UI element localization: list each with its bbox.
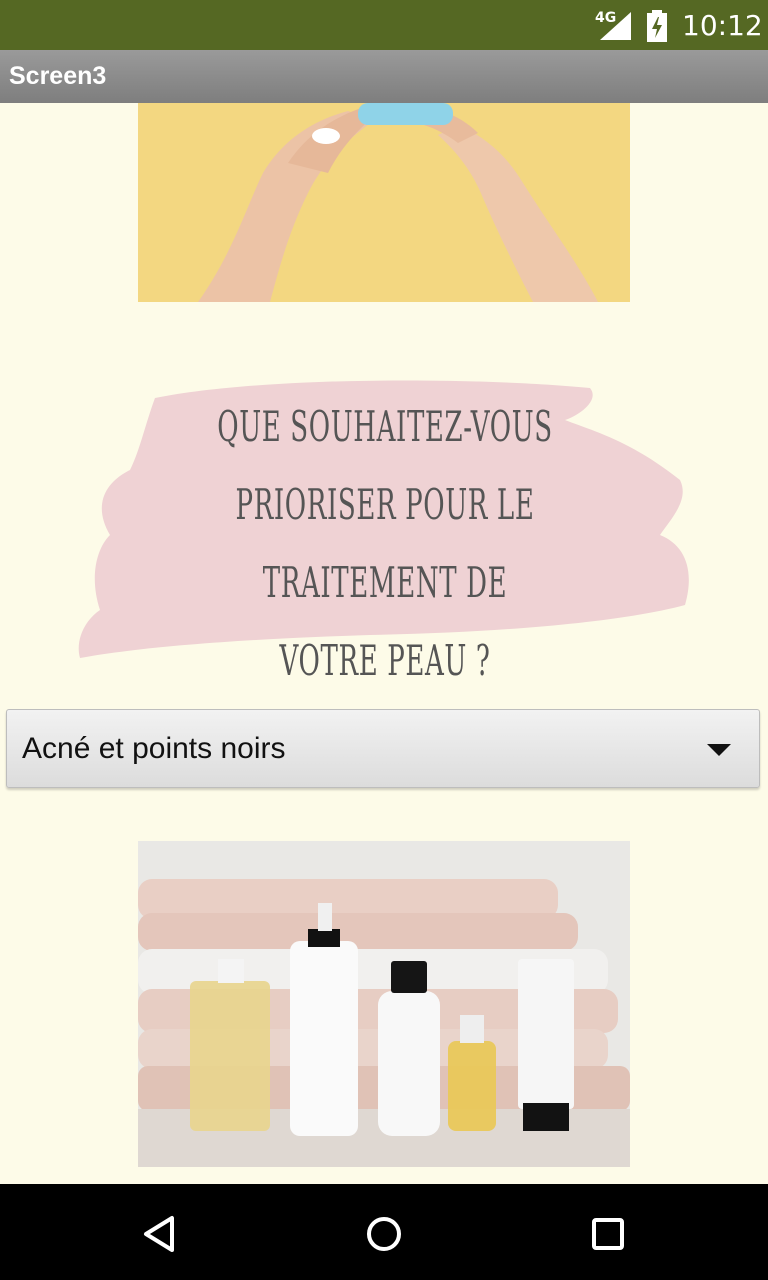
app-title: Screen3 <box>9 62 107 90</box>
recents-icon[interactable] <box>586 1212 630 1256</box>
home-icon[interactable] <box>362 1212 406 1256</box>
dropdown-selected-value: Acné et points noirs <box>22 732 286 765</box>
hands-applying-cream-image <box>138 103 630 302</box>
question-card: QUE SOUHAITEZ-VOUS PRIORISER POUR LE TRA… <box>70 370 700 685</box>
app-bar: Screen3 <box>0 50 768 103</box>
skin-concern-dropdown[interactable]: Acné et points noirs <box>6 709 760 788</box>
skincare-products-image <box>138 841 630 1167</box>
navigation-bar <box>0 1184 768 1280</box>
status-bar: 4G 10:12 <box>0 0 768 50</box>
back-icon[interactable] <box>138 1212 182 1256</box>
dropdown-arrow-icon <box>707 744 731 756</box>
question-text: QUE SOUHAITEZ-VOUS PRIORISER POUR LE TRA… <box>217 402 553 685</box>
battery-charging-icon <box>647 10 667 42</box>
clock: 10:12 <box>682 9 763 42</box>
signal-icon <box>600 12 631 40</box>
